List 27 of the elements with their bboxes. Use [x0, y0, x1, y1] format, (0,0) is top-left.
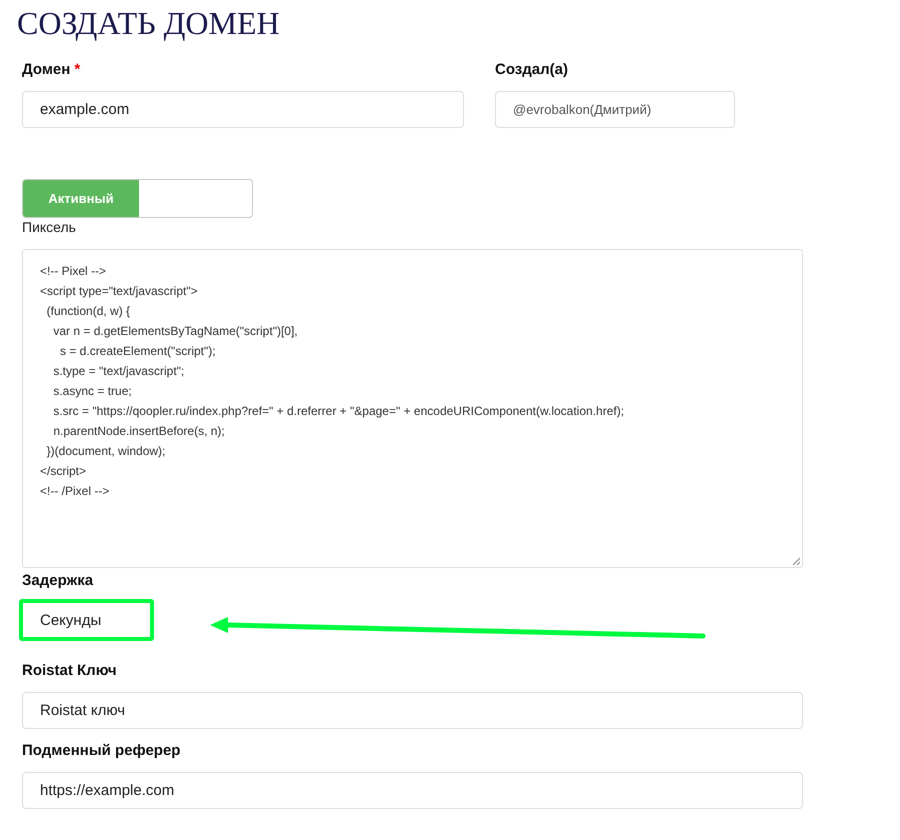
delay-label: Задержка: [22, 571, 94, 591]
code-line: <script type="text/javascript">: [40, 283, 198, 300]
required-mark: *: [74, 60, 80, 80]
roistat-key-label: Roistat Ключ: [22, 661, 117, 681]
code-line: s = d.createElement("script");: [59, 343, 216, 360]
pixel-code-textarea[interactable]: [22, 249, 803, 568]
code-line: var n = d.getElementsByTagName("script")[0],: [52, 323, 298, 340]
roistat-key-field[interactable]: Roistat ключ: [22, 692, 803, 729]
code-line: </script>: [40, 463, 86, 480]
delay-field[interactable]: Секунды: [19, 599, 154, 641]
domain-field[interactable]: example.com: [22, 91, 464, 128]
page-title: СОЗДАТЬ ДОМЕН: [17, 7, 280, 39]
referrer-label: Подменный реферер: [22, 741, 180, 761]
created-by-field[interactable]: @evrobalkon(Дмитрий): [495, 91, 735, 128]
code-line: n.parentNode.insertBefore(s, n);: [52, 423, 225, 440]
code-line: <!-- /Pixel -->: [40, 483, 110, 500]
code-line: s.src = "https://qoopler.ru/index.php?ref=" + d.referrer + "&page=" + encodeURIComponent(w.location.href);: [52, 403, 624, 420]
code-line: (function(d, w) {: [46, 303, 130, 320]
code-line: s.async = true;: [52, 383, 132, 400]
resize-grip-icon[interactable]: [792, 557, 800, 565]
code-line: <!-- Pixel -->: [40, 263, 106, 280]
domain-label: Домен: [22, 60, 70, 80]
pixel-label: Пиксель: [22, 218, 76, 236]
code-line: s.type = "text/javascript";: [52, 363, 184, 380]
code-line: })(document, window);: [46, 443, 166, 460]
referrer-field[interactable]: https://example.com: [22, 772, 803, 809]
created-by-label: Создал(а): [495, 60, 568, 80]
